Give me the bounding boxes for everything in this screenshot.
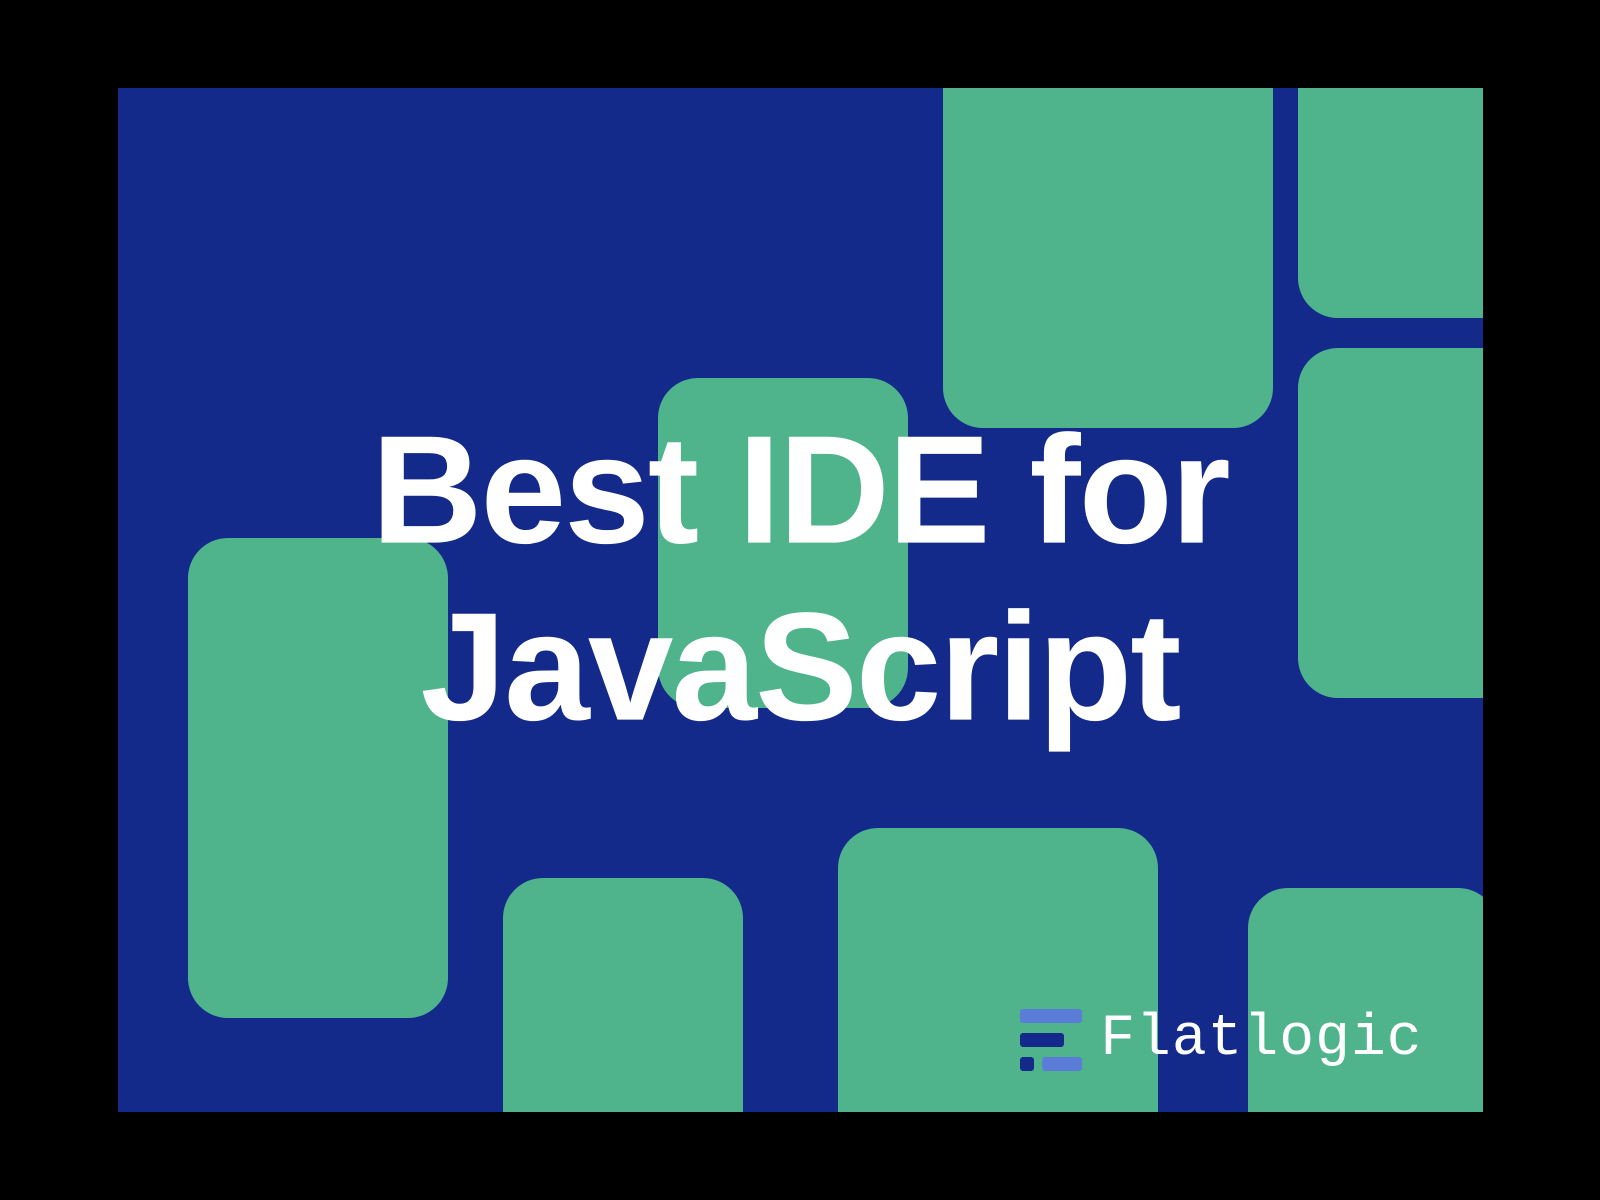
outer-frame: Best IDE for JavaScript Flatlogic [0,0,1600,1200]
headline-line-1: Best IDE for [118,402,1483,579]
decorative-shape [1298,88,1483,318]
decorative-shape [1248,888,1483,1112]
graphic-canvas: Best IDE for JavaScript Flatlogic [118,88,1483,1112]
decorative-shape [943,88,1273,428]
brand-icon [1020,1009,1082,1071]
brand-lockup: Flatlogic [1020,1007,1422,1072]
brand-name: Flatlogic [1100,1007,1422,1072]
headline: Best IDE for JavaScript [118,402,1483,756]
headline-line-2: JavaScript [118,579,1483,756]
decorative-shape [503,878,743,1112]
